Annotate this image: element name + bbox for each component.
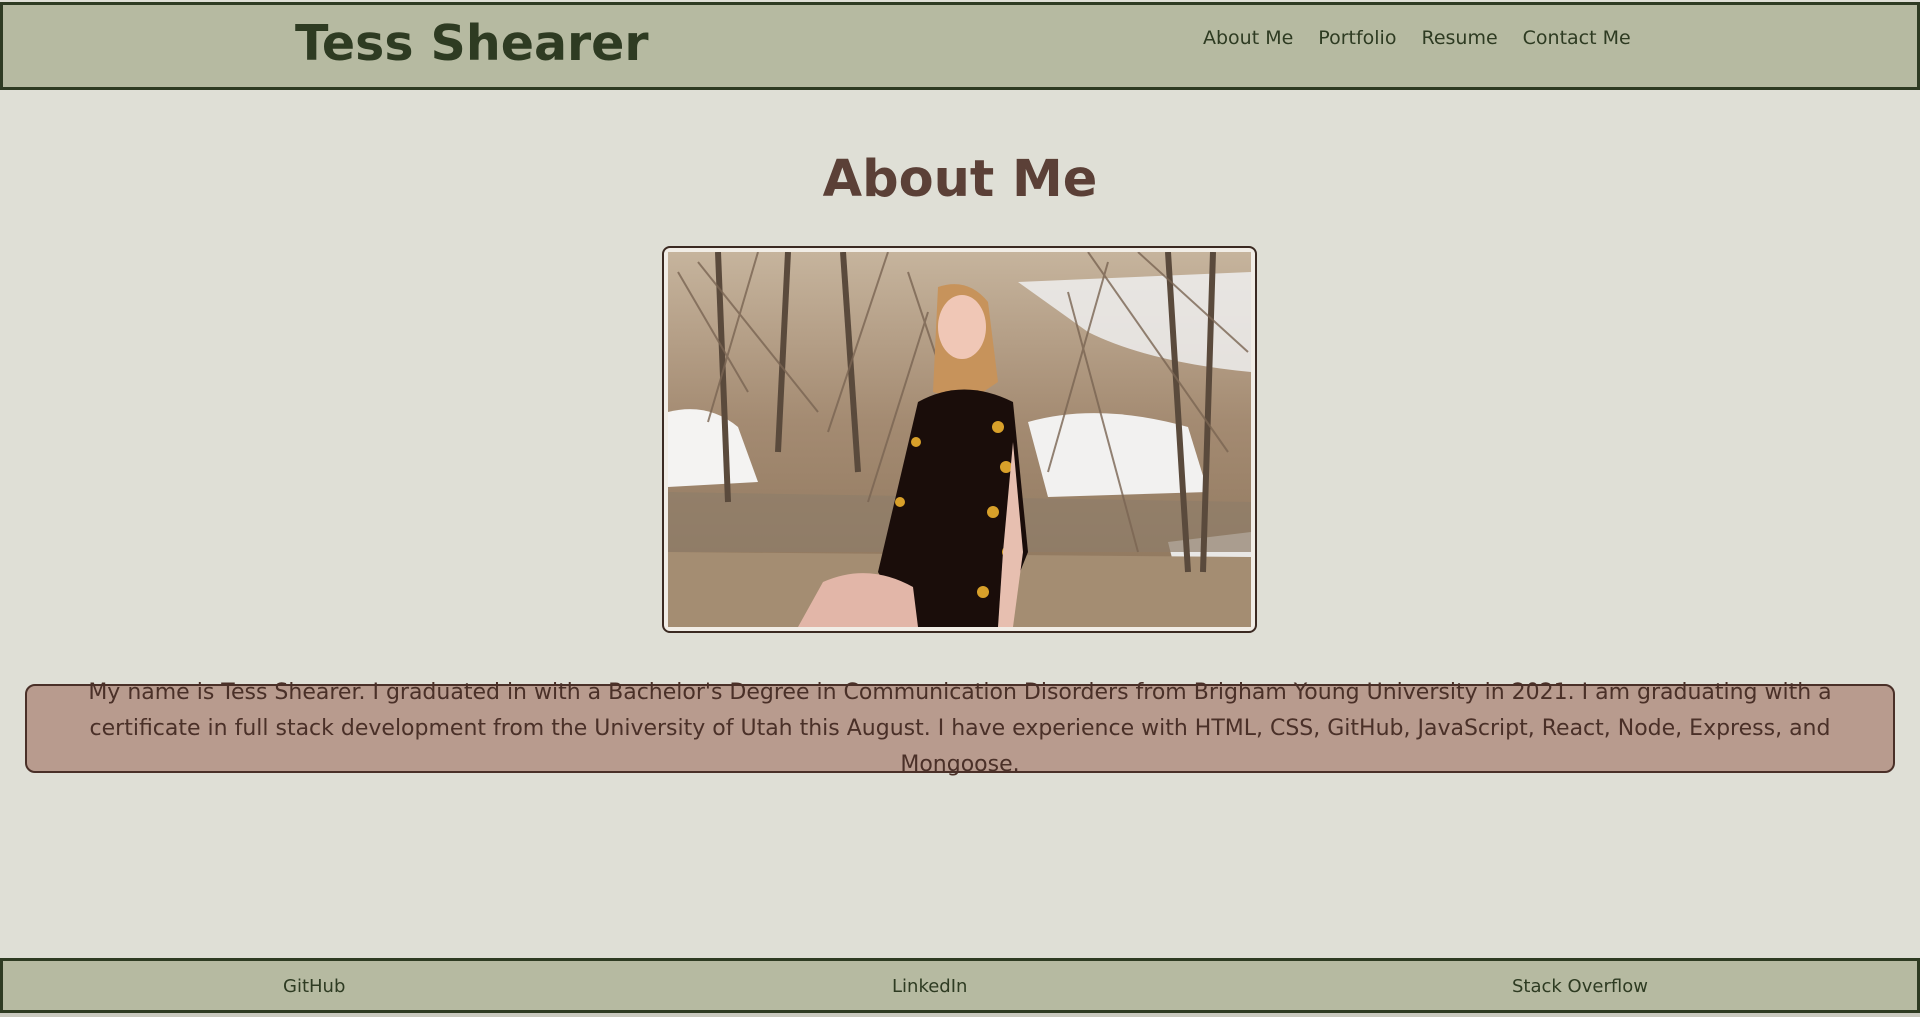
bio-text: My name is Tess Shearer. I graduated in …	[88, 679, 1832, 777]
footer-link-github[interactable]: GitHub	[283, 976, 345, 997]
site-footer: GitHub LinkedIn Stack Overflow	[0, 958, 1920, 1013]
footer-link-linkedin[interactable]: LinkedIn	[892, 976, 967, 997]
bottom-strip	[0, 1013, 1920, 1017]
nav-link-about-me[interactable]: About Me	[1203, 27, 1293, 49]
page-heading: About Me	[822, 150, 1098, 209]
nav-link-portfolio[interactable]: Portfolio	[1318, 27, 1396, 49]
site-header: Tess Shearer About Me Portfolio Resume C…	[0, 2, 1920, 90]
nav-link-contact-me[interactable]: Contact Me	[1523, 27, 1631, 49]
bio-box: My name is Tess Shearer. I graduated in …	[25, 680, 1895, 777]
profile-photo-frame	[662, 246, 1257, 633]
main-nav: About Me Portfolio Resume Contact Me	[1203, 27, 1656, 49]
site-title: Tess Shearer	[295, 15, 649, 72]
profile-photo	[668, 252, 1251, 627]
nav-link-resume[interactable]: Resume	[1421, 27, 1497, 49]
footer-link-stack-overflow[interactable]: Stack Overflow	[1512, 976, 1648, 997]
